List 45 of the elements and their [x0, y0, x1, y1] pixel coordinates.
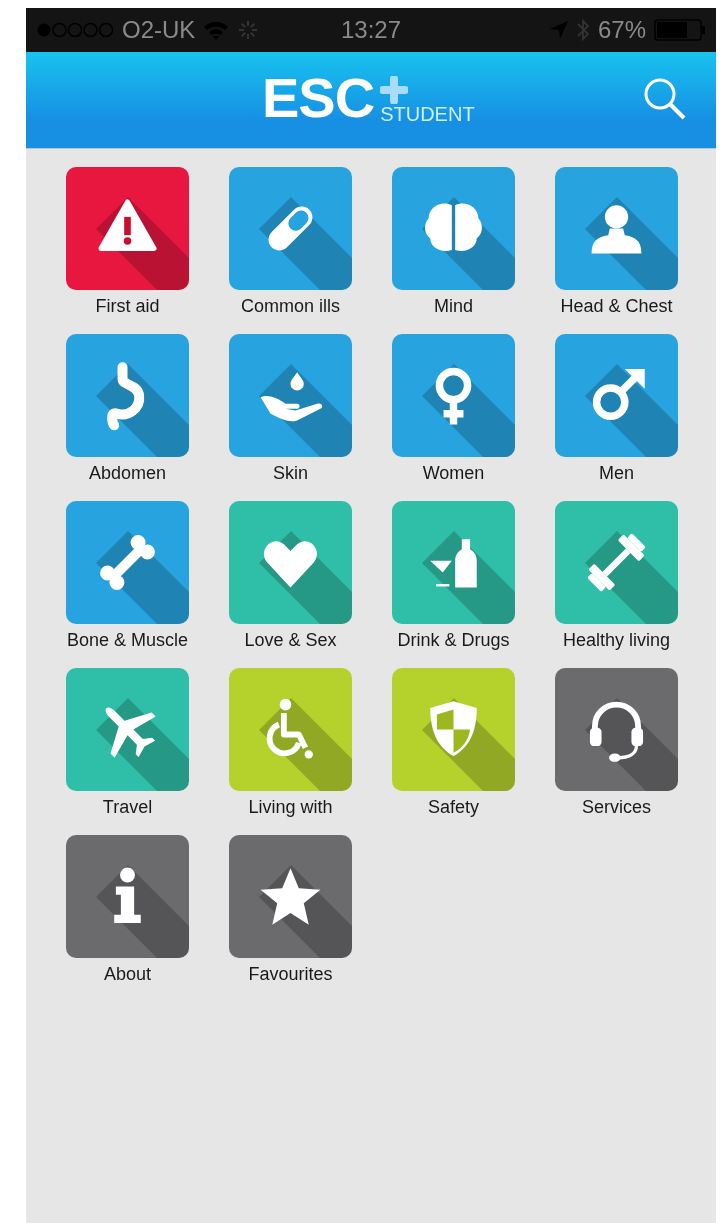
- category-tile[interactable]: [392, 167, 515, 290]
- category-tile[interactable]: [392, 668, 515, 791]
- category-tile[interactable]: [66, 668, 189, 791]
- app-logo: ESC: [262, 70, 375, 126]
- category-tile[interactable]: [66, 167, 189, 290]
- category-tile[interactable]: [66, 501, 189, 624]
- tile-label: Men: [599, 463, 634, 484]
- tile-label: Mind: [434, 296, 473, 317]
- plus-icon: [380, 76, 409, 104]
- category-tile[interactable]: [555, 167, 678, 290]
- battery-percentage: 67%: [597, 16, 646, 44]
- tile-label: Safety: [428, 797, 479, 818]
- tile-label: Common ills: [241, 296, 340, 317]
- tile-label: Healthy living: [562, 630, 671, 651]
- carrier-name: O2-UK: [122, 16, 196, 44]
- category-tile[interactable]: [392, 501, 515, 624]
- logo-subtitle: STUDENT: [380, 104, 475, 124]
- tile-label: Drink & Drugs: [397, 630, 510, 651]
- tile-label: First aid: [95, 296, 160, 317]
- category-tile[interactable]: [66, 334, 189, 457]
- category-tile[interactable]: [229, 835, 352, 958]
- tile-label: About: [103, 964, 151, 985]
- bluetooth-icon: [575, 18, 590, 42]
- search-button[interactable]: [642, 76, 688, 122]
- category-tile[interactable]: [229, 167, 352, 290]
- tile-label: Head & Chest: [560, 296, 673, 317]
- tile-label: Skin: [273, 463, 308, 484]
- tile-label: Women: [422, 463, 485, 484]
- category-tile[interactable]: [229, 501, 352, 624]
- tile-label: Bone & Muscle: [66, 630, 189, 651]
- category-tile[interactable]: [229, 334, 352, 457]
- category-tile[interactable]: [229, 668, 352, 791]
- tile-label: Living with: [248, 797, 333, 818]
- tile-label: Travel: [102, 797, 153, 818]
- activity-spinner-icon: [237, 19, 260, 41]
- category-tile[interactable]: [555, 668, 678, 791]
- category-tile[interactable]: [66, 835, 189, 958]
- category-tile[interactable]: [392, 334, 515, 457]
- tile-label: Love & Sex: [244, 630, 337, 651]
- category-tile[interactable]: [555, 334, 678, 457]
- tile-label: Favourites: [248, 964, 333, 985]
- category-tile[interactable]: [555, 501, 678, 624]
- clock-time: 13:27: [340, 16, 402, 44]
- tile-label: Services: [582, 797, 651, 818]
- tile-label: Abdomen: [88, 463, 167, 484]
